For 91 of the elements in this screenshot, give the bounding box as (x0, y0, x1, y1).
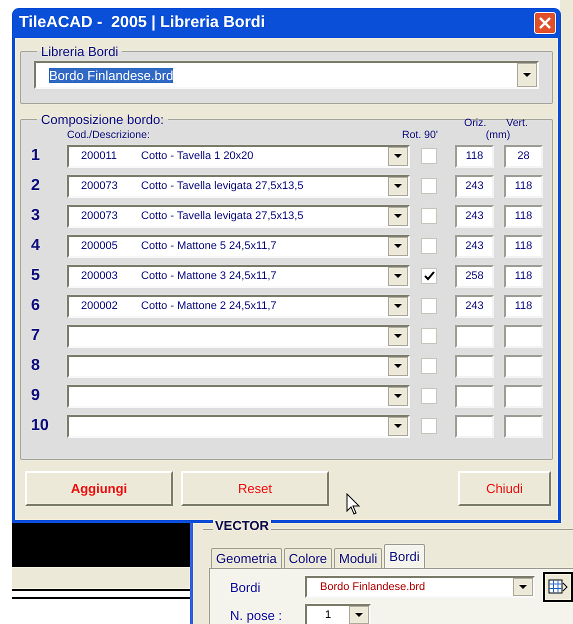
column-header: Vert. (506, 117, 528, 129)
vertical-field[interactable] (504, 324, 543, 348)
tile-description: Cotto - Tavella 1 20x20 (141, 150, 254, 162)
group-title: Composizione bordo: (40, 112, 165, 127)
rotate-checkbox[interactable] (421, 298, 437, 314)
tile-code: 200011 (81, 150, 118, 162)
group-title: Libreria Bordi (40, 44, 120, 59)
tab[interactable]: Colore (284, 548, 332, 568)
column-header: Oriz. (464, 117, 486, 129)
row-number: 2 (30, 177, 41, 195)
row-number: 6 (30, 297, 41, 315)
horizontal-field[interactable]: 243 (455, 204, 494, 228)
tile-description: Cotto - Tavella levigata 27,5x13,5 (141, 210, 304, 222)
vertical-field[interactable]: 118 (504, 294, 543, 318)
tile-dropdown[interactable]: 200005 Cotto - Mattone 5 24,5x11,7 (67, 234, 410, 258)
count-label: N. pose : (230, 608, 284, 622)
vertical-field[interactable] (504, 414, 543, 438)
tile-dropdown[interactable] (67, 414, 410, 438)
row-number: 5 (30, 267, 41, 285)
close-button[interactable] (534, 12, 556, 34)
horizontal-field[interactable]: 243 (455, 174, 494, 198)
tab[interactable]: Bordi (384, 544, 425, 568)
unit-label: (mm) (486, 129, 510, 141)
window-title: TileACAD - 2005 | Libreria Bordi (19, 14, 266, 32)
tile-code: 200003 (81, 270, 119, 282)
vertical-field[interactable]: 118 (504, 234, 543, 258)
tile-description: Cotto - Mattone 3 24,5x11,7 (141, 270, 277, 282)
horizontal-field[interactable]: 118 (455, 144, 494, 168)
tile-dropdown[interactable]: 200002 Cotto - Mattone 2 24,5x11,7 (67, 294, 410, 318)
rotate-checkbox[interactable] (421, 238, 437, 254)
rotate-checkbox[interactable] (421, 388, 437, 404)
vertical-field[interactable] (504, 354, 543, 378)
row-number: 9 (30, 387, 41, 405)
vertical-field[interactable]: 118 (504, 204, 543, 228)
borders-label: Bordi (230, 580, 262, 594)
tile-dropdown[interactable]: 200011 Cotto - Tavella 1 20x20 (67, 144, 410, 168)
tile-description: Cotto - Mattone 2 24,5x11,7 (141, 300, 277, 312)
tile-dropdown[interactable]: 200073 Cotto - Tavella levigata 27,5x13,5 (67, 204, 410, 228)
tile-dropdown[interactable] (67, 384, 410, 408)
row-number: 10 (30, 417, 50, 435)
tile-dropdown[interactable]: 200003 Cotto - Mattone 3 24,5x11,7 (67, 264, 410, 288)
table-edit-button[interactable] (543, 572, 573, 602)
count-dropdown[interactable]: 1 (305, 604, 371, 624)
rotate-checkbox[interactable] (421, 328, 437, 344)
horizontal-field[interactable] (455, 354, 494, 378)
count-value: 1 (325, 609, 332, 621)
tile-dropdown[interactable] (67, 324, 410, 348)
tile-dropdown[interactable]: 200073 Cotto - Tavella levigata 27,5x13,5 (67, 174, 410, 198)
horizontal-field[interactable]: 243 (455, 294, 494, 318)
tile-description: Cotto - Mattone 5 24,5x11,7 (141, 240, 277, 252)
vertical-field[interactable]: 118 (504, 264, 543, 288)
row-number: 8 (30, 357, 41, 375)
tile-code: 200073 (81, 180, 119, 192)
row-number: 4 (30, 237, 41, 255)
borders-dropdown[interactable]: Bordo Finlandese.brd (305, 576, 535, 598)
tile-description: Cotto - Tavella levigata 27,5x13,5 (141, 180, 304, 192)
rotate-checkbox[interactable] (421, 358, 437, 374)
row-number: 7 (30, 327, 41, 345)
library-value: Bordo Finlandese.brd (49, 68, 174, 82)
add-button[interactable]: Aggiungi (25, 471, 173, 506)
rotate-checkbox[interactable] (421, 208, 437, 224)
table-icon (548, 579, 568, 595)
horizontal-field[interactable]: 258 (455, 264, 494, 288)
panel-title: VECTOR (213, 520, 271, 530)
row-number: 3 (30, 207, 41, 225)
borders-value: Bordo Finlandese.brd (320, 581, 426, 593)
rotate-checkbox[interactable] (421, 178, 437, 194)
vertical-field[interactable] (504, 384, 543, 408)
tile-code: 200002 (81, 300, 119, 312)
rotate-checkbox[interactable] (421, 418, 437, 434)
library-dropdown[interactable]: Bordo Finlandese.brd (34, 61, 539, 89)
rotate-checkbox[interactable] (421, 268, 437, 284)
close-icon (539, 17, 551, 29)
tab[interactable]: Geometria (211, 548, 282, 568)
row-number: 1 (30, 147, 41, 165)
horizontal-field[interactable] (455, 384, 494, 408)
reset-button[interactable]: Reset (181, 471, 329, 506)
horizontal-field[interactable] (455, 414, 494, 438)
tile-dropdown[interactable] (67, 354, 410, 378)
close-dialog-button[interactable]: Chiudi (458, 471, 551, 506)
vertical-field[interactable]: 28 (504, 144, 543, 168)
tile-code: 200073 (81, 210, 119, 222)
column-header: Rot. 90' (402, 129, 439, 141)
tile-code: 200005 (81, 240, 119, 252)
horizontal-field[interactable] (455, 324, 494, 348)
column-header: Cod./Descrizione: (67, 129, 150, 141)
vertical-field[interactable]: 118 (504, 174, 543, 198)
tab[interactable]: Moduli (334, 548, 382, 568)
horizontal-field[interactable]: 243 (455, 234, 494, 258)
rotate-checkbox[interactable] (421, 148, 437, 164)
mouse-pointer-icon (346, 493, 360, 515)
